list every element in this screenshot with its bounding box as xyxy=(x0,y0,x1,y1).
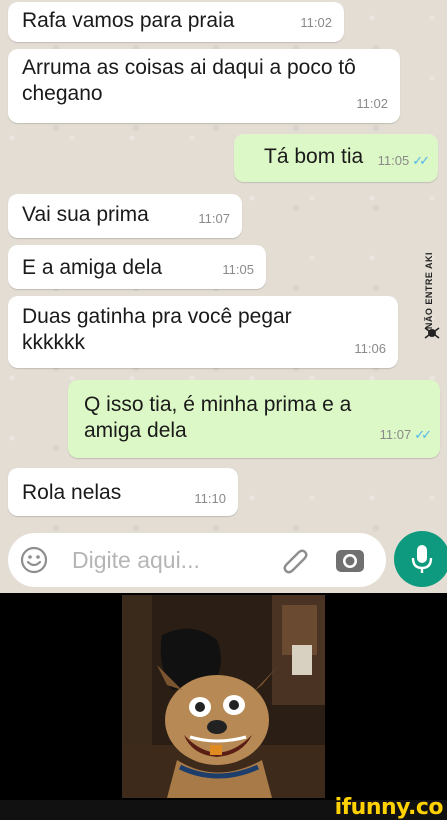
paperclip-icon[interactable] xyxy=(280,545,310,575)
message-text: Vai sua prima xyxy=(22,203,149,226)
mic-icon xyxy=(411,545,433,573)
message-time: 11:05 ✓✓ xyxy=(377,148,430,174)
message-text: Rola nelas xyxy=(22,481,122,504)
message-input-bar[interactable]: Digite aqui... xyxy=(8,533,386,587)
chat-area: Rafa vamos para praia 11:02 Arruma as co… xyxy=(0,0,447,593)
message-bubble[interactable]: Rafa vamos para praia 11:02 xyxy=(8,2,344,42)
watermark-text: NÃO ENTRE AKI xyxy=(424,252,434,330)
message-time: 11:07 xyxy=(198,211,230,226)
message-bubble[interactable]: Duas gatinha pra você pegar kkkkkk 11:06 xyxy=(8,296,398,368)
brand-watermark: ifunny.co xyxy=(334,795,444,820)
message-bubble[interactable]: Arruma as coisas ai daqui a poco tô cheg… xyxy=(8,49,400,123)
mic-button[interactable] xyxy=(394,531,447,587)
emoji-icon[interactable] xyxy=(20,546,48,574)
message-text: Duas gatinha pra você pegar kkkkkk xyxy=(22,305,292,354)
message-text: E a amiga dela xyxy=(22,256,163,279)
camera-icon[interactable] xyxy=(334,545,366,575)
double-check-icon: ✓✓ xyxy=(412,153,430,168)
message-input-placeholder[interactable]: Digite aqui... xyxy=(72,547,200,574)
message-bubble[interactable]: E a amiga dela 11:05 xyxy=(8,245,266,289)
message-time: 11:02 xyxy=(356,96,388,111)
message-text: Arruma as coisas ai daqui a poco tô cheg… xyxy=(22,56,356,105)
watermark-logo-icon xyxy=(424,327,440,339)
message-text: Q isso tia, é minha prima e a amiga dela xyxy=(84,393,352,442)
message-time: 11:10 xyxy=(194,491,226,506)
reaction-photo xyxy=(122,595,325,798)
message-bubble[interactable]: Vai sua prima 11:07 xyxy=(8,194,242,238)
message-bubble[interactable]: Q isso tia, é minha prima e a amiga dela… xyxy=(68,380,440,458)
message-text: Rafa vamos para praia xyxy=(22,9,235,32)
message-time: 11:07 ✓✓ xyxy=(379,422,432,448)
message-time: 11:05 xyxy=(222,262,254,277)
message-time-value: 11:05 xyxy=(377,153,410,168)
watermark: NÃO ENTRE AKI xyxy=(421,252,443,362)
message-time: 11:06 xyxy=(354,341,386,356)
message-text: Tá bom tia xyxy=(264,145,364,168)
double-check-icon: ✓✓ xyxy=(414,427,432,442)
dog-illustration xyxy=(122,595,325,798)
message-bubble[interactable]: Tá bom tia 11:05 ✓✓ xyxy=(234,134,438,182)
message-time: 11:02 xyxy=(300,15,332,30)
message-bubble[interactable]: Rola nelas 11:10 xyxy=(8,468,238,516)
message-time-value: 11:07 xyxy=(379,427,412,442)
